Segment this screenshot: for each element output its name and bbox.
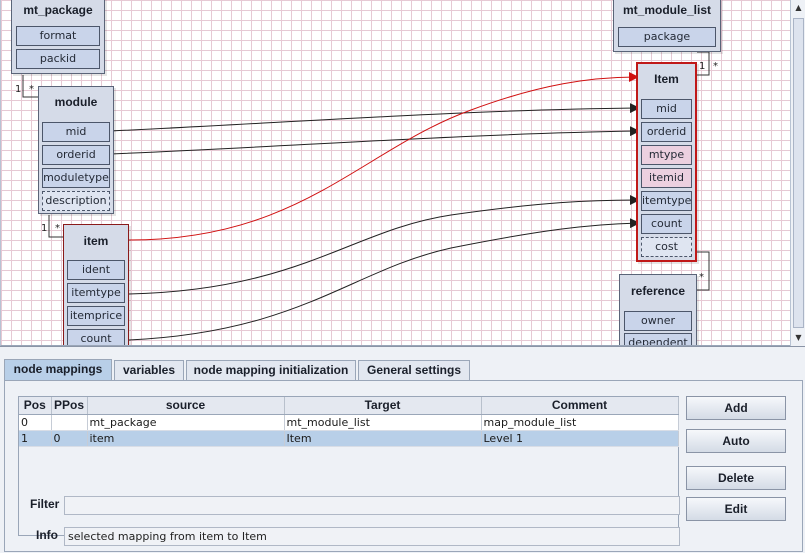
mapping-link-itemtype: [128, 195, 640, 295]
table-row[interactable]: 0 mt_package mt_module_list map_module_l…: [19, 414, 679, 431]
mapping-link-orderid: [110, 126, 640, 155]
scroll-thumb[interactable]: [793, 18, 804, 328]
node-mt-package-title: mt_package: [23, 3, 93, 17]
node-reference-attr-owner[interactable]: owner: [624, 311, 692, 331]
node-mt-module-list[interactable]: mt_module_list package: [613, 0, 721, 52]
tab-variables[interactable]: variables: [114, 360, 184, 380]
column-header-target[interactable]: Target: [284, 397, 482, 415]
node-Item-attr-mtype[interactable]: mtype: [641, 145, 692, 165]
table-cell[interactable]: 0: [51, 430, 88, 447]
column-header-ppos[interactable]: PPos: [51, 397, 88, 415]
info-label: Info: [36, 528, 58, 542]
node-Item-title: Item: [654, 72, 679, 86]
table-cell[interactable]: [51, 414, 88, 431]
table-header-row: Pos PPos source Target Comment: [19, 397, 679, 415]
tab-node-mapping-initialization[interactable]: node mapping initialization: [186, 360, 356, 380]
node-Item-attr-itemid[interactable]: itemid: [641, 168, 692, 188]
tab-node-mappings[interactable]: node mappings: [4, 359, 112, 380]
cardinality-many: *: [29, 84, 34, 95]
node-item-attr-ident[interactable]: ident: [67, 260, 125, 280]
auto-button[interactable]: Auto: [686, 429, 786, 453]
node-mt-package[interactable]: mt_package format packid: [11, 0, 105, 74]
node-Item-target[interactable]: Item mid orderid mtype itemid itemtype c…: [636, 62, 697, 262]
table-cell[interactable]: mt_package: [87, 414, 285, 431]
node-module-attr-moduletype[interactable]: moduletype: [42, 168, 110, 188]
cardinality-many: *: [713, 61, 718, 72]
table-cell[interactable]: Item: [284, 430, 482, 447]
node-mt-package-attr-format[interactable]: format: [16, 26, 100, 46]
tab-general-settings[interactable]: General settings: [358, 360, 470, 380]
mapping-link-item-Item: [128, 72, 639, 241]
node-reference-title: reference: [630, 284, 686, 298]
scroll-up-arrow-icon[interactable]: ▲: [791, 0, 805, 16]
mapping-panel: node mappings variables node mapping ini…: [0, 346, 805, 553]
node-mt-module-list-attr-package[interactable]: package: [618, 27, 716, 47]
node-module-attr-mid[interactable]: mid: [42, 122, 110, 142]
node-Item-attr-orderid[interactable]: orderid: [641, 122, 692, 142]
filter-input[interactable]: [64, 496, 680, 515]
cardinality-one: 1: [15, 84, 22, 95]
info-field: selected mapping from item to Item: [64, 527, 680, 546]
table-cell[interactable]: mt_module_list: [284, 414, 482, 431]
node-Item-attr-mid[interactable]: mid: [641, 99, 692, 119]
add-button[interactable]: Add: [686, 396, 786, 420]
scroll-down-arrow-icon[interactable]: ▼: [791, 330, 805, 346]
mappings-table[interactable]: Pos PPos source Target Comment 0 mt_pack…: [18, 396, 679, 536]
node-item-attr-itemprice[interactable]: itemprice: [67, 306, 125, 326]
delete-button[interactable]: Delete: [686, 466, 786, 490]
node-module-attr-description[interactable]: description: [42, 191, 110, 211]
table-cell[interactable]: item: [87, 430, 285, 447]
table-cell[interactable]: Level 1: [481, 430, 679, 447]
node-module[interactable]: module mid orderid moduletype descriptio…: [38, 86, 114, 214]
filter-label: Filter: [30, 497, 60, 511]
node-reference-attr-dependent[interactable]: dependent: [624, 333, 692, 345]
edit-button[interactable]: Edit: [686, 497, 786, 521]
node-item-attr-itemtype[interactable]: itemtype: [67, 283, 125, 303]
canvas-vertical-scrollbar[interactable]: ▲ ▼: [790, 0, 805, 346]
node-module-attr-orderid[interactable]: orderid: [42, 145, 110, 165]
table-cell[interactable]: 0: [19, 414, 52, 431]
connector-item-reference: [697, 251, 710, 291]
node-mt-package-attr-packid[interactable]: packid: [16, 49, 100, 69]
cardinality-one: 1: [699, 61, 706, 72]
cardinality-many: *: [699, 272, 704, 283]
cardinality-many: *: [55, 223, 60, 234]
table-row-selected[interactable]: 1 0 item Item Level 1: [19, 430, 679, 447]
mapping-diagram-canvas[interactable]: mt_package format packid 1 * module mid …: [0, 0, 790, 346]
table-cell[interactable]: 1: [19, 430, 52, 447]
node-Item-attr-count[interactable]: count: [641, 214, 692, 234]
mapping-link-mid: [110, 103, 640, 132]
node-item-attr-count[interactable]: count: [67, 329, 125, 345]
node-Item-attr-cost[interactable]: cost: [641, 237, 692, 257]
table-cell[interactable]: map_module_list: [481, 414, 679, 431]
node-item-title: item: [83, 234, 109, 248]
column-header-comment[interactable]: Comment: [481, 397, 679, 415]
mapping-link-count: [128, 218, 640, 341]
column-header-source[interactable]: source: [87, 397, 285, 415]
node-reference[interactable]: reference owner dependent: [619, 274, 697, 345]
node-module-title: module: [54, 95, 98, 109]
node-item[interactable]: item ident itemtype itemprice count: [63, 224, 129, 345]
node-mt-module-list-title: mt_module_list: [622, 3, 712, 17]
cardinality-one: 1: [41, 223, 48, 234]
column-header-pos[interactable]: Pos: [19, 397, 52, 415]
node-Item-attr-itemtype[interactable]: itemtype: [641, 191, 692, 211]
